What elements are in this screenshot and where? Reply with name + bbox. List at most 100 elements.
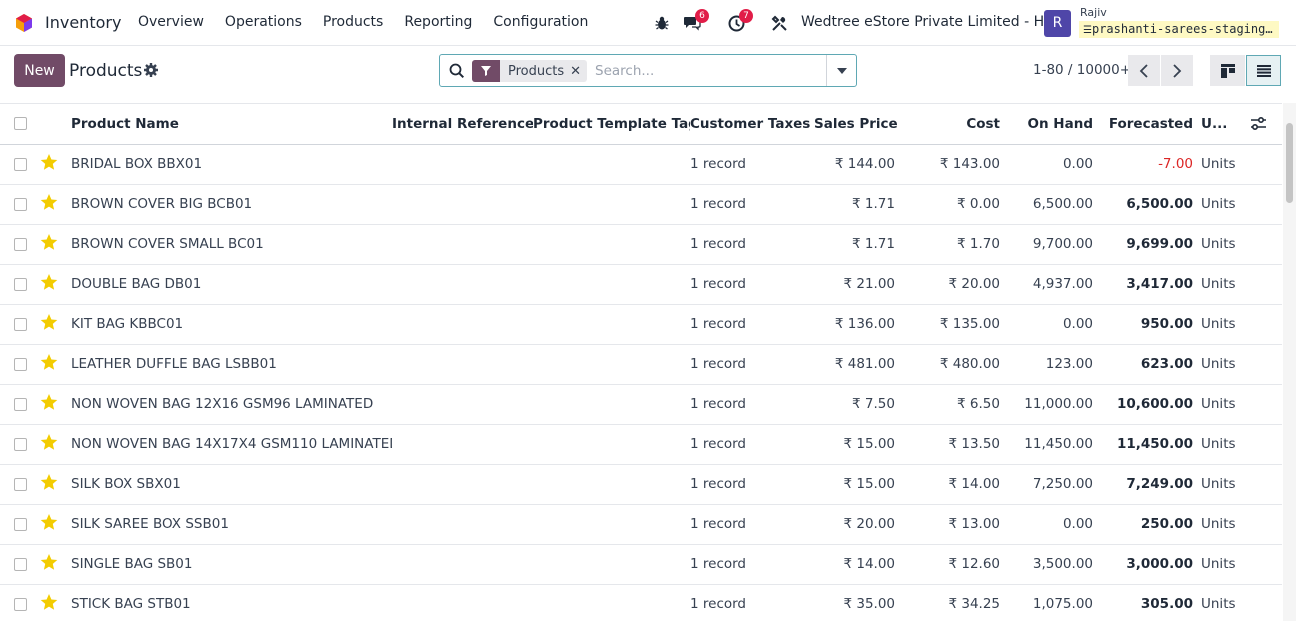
- pager-value[interactable]: 1-80 / 10000+: [1033, 62, 1131, 78]
- scrollbar-thumb[interactable]: [1286, 123, 1293, 203]
- pager-previous-button[interactable]: [1128, 55, 1160, 86]
- product-name: KIT BAG KBBC01: [71, 316, 184, 332]
- product-template-tags: [533, 344, 690, 384]
- col-cost[interactable]: Cost: [903, 104, 1008, 144]
- forecasted: 623.00: [1140, 356, 1193, 372]
- col-internal-reference[interactable]: Internal Reference: [392, 104, 533, 144]
- search-options-chevron-down-icon[interactable]: [826, 55, 856, 86]
- inventory-app-icon[interactable]: [14, 13, 34, 33]
- product-name: NON WOVEN BAG 12X16 GSM96 LAMINATED: [71, 396, 374, 412]
- favorite-star-icon[interactable]: [40, 224, 71, 264]
- table-row[interactable]: DOUBLE BAG DB01 1 record ₹ 21.00 ₹ 20.00 4,9…: [0, 264, 1282, 304]
- favorite-star-icon[interactable]: [40, 544, 71, 584]
- favorite-star-icon[interactable]: [40, 464, 71, 504]
- table-row[interactable]: SILK BOX SBX01 1 record ₹ 15.00 ₹ 14.00 7,25…: [0, 464, 1282, 504]
- favorite-star-icon[interactable]: [40, 184, 71, 224]
- favorite-star-icon[interactable]: [40, 264, 71, 304]
- list-scrollbar[interactable]: [1283, 103, 1296, 621]
- customer-taxes: 1 record: [690, 516, 747, 532]
- forecasted: 250.00: [1140, 516, 1193, 532]
- activities-clock-icon[interactable]: 7: [726, 9, 753, 33]
- table-row[interactable]: KIT BAG KBBC01 1 record ₹ 136.00 ₹ 135.00 0.…: [0, 304, 1282, 344]
- on-hand: 7,250.00: [1032, 476, 1093, 492]
- row-checkbox[interactable]: [0, 144, 40, 184]
- col-product-name[interactable]: Product Name: [71, 104, 392, 144]
- page-title: Products: [69, 61, 143, 81]
- col-sales-price[interactable]: Sales Price: [814, 104, 903, 144]
- product-template-tags: [533, 264, 690, 304]
- debug-bug-icon[interactable]: [652, 13, 672, 33]
- row-checkbox[interactable]: [0, 224, 40, 264]
- favorite-star-icon[interactable]: [40, 424, 71, 464]
- favorite-star-icon[interactable]: [40, 504, 71, 544]
- list-view-button[interactable]: [1246, 55, 1281, 86]
- search-input[interactable]: [595, 61, 825, 81]
- search-bar: Products ✕: [439, 54, 857, 87]
- optional-columns-sliders-icon[interactable]: [1251, 117, 1266, 131]
- unit-of-measure: Units: [1201, 196, 1236, 212]
- col-product-template-tags[interactable]: Product Template Tags: [533, 104, 690, 144]
- main-menu: Overview Operations Products Reporting C…: [138, 14, 609, 30]
- product-template-tags: [533, 424, 690, 464]
- pager-next-button[interactable]: [1161, 55, 1193, 86]
- product-name: SILK BOX SBX01: [71, 476, 181, 492]
- table-row[interactable]: STICK BAG STB01 1 record ₹ 35.00 ₹ 34.25 1,0…: [0, 584, 1282, 621]
- row-checkbox[interactable]: [0, 584, 40, 621]
- company-switcher[interactable]: Wedtree eStore Private Limited - HO: [801, 14, 1055, 30]
- unit-of-measure: Units: [1201, 276, 1236, 292]
- row-checkbox[interactable]: [0, 184, 40, 224]
- menu-reporting[interactable]: Reporting: [404, 14, 472, 30]
- forecasted: 3,417.00: [1126, 276, 1193, 292]
- row-checkbox[interactable]: [0, 304, 40, 344]
- messages-chat-icon[interactable]: 6: [682, 9, 709, 33]
- internal-reference: [392, 544, 533, 584]
- kanban-view-button[interactable]: [1210, 55, 1245, 86]
- favorite-star-icon[interactable]: [40, 584, 71, 621]
- user-avatar[interactable]: R: [1044, 10, 1071, 37]
- favorite-star-icon[interactable]: [40, 144, 71, 184]
- menu-products[interactable]: Products: [323, 14, 383, 30]
- customer-taxes: 1 record: [690, 276, 747, 292]
- select-all-checkbox[interactable]: [0, 104, 40, 144]
- row-checkbox[interactable]: [0, 464, 40, 504]
- on-hand: 11,450.00: [1024, 436, 1093, 452]
- table-row[interactable]: BROWN COVER SMALL BC01 1 record ₹ 1.71 ₹ 1.…: [0, 224, 1282, 264]
- favorite-star-icon[interactable]: [40, 384, 71, 424]
- table-row[interactable]: NON WOVEN BAG 12X16 GSM96 LAMINATED 1 rec…: [0, 384, 1282, 424]
- favorite-star-icon[interactable]: [40, 304, 71, 344]
- row-checkbox[interactable]: [0, 384, 40, 424]
- product-name: SILK SAREE BOX SSB01: [71, 516, 229, 532]
- products-list: Product Name Internal Reference Product …: [0, 103, 1282, 621]
- row-checkbox[interactable]: [0, 544, 40, 584]
- row-checkbox[interactable]: [0, 424, 40, 464]
- table-header: Product Name Internal Reference Product …: [0, 104, 1282, 144]
- row-checkbox[interactable]: [0, 264, 40, 304]
- menu-operations[interactable]: Operations: [225, 14, 302, 30]
- col-forecasted[interactable]: Forecasted: [1101, 104, 1201, 144]
- filter-funnel-icon: [472, 60, 500, 82]
- user-name[interactable]: Rajiv: [1080, 6, 1107, 19]
- table-row[interactable]: BRIDAL BOX BBX01 1 record ₹ 144.00 ₹ 143.00…: [0, 144, 1282, 184]
- table-row[interactable]: SINGLE BAG SB01 1 record ₹ 14.00 ₹ 12.60 3,5…: [0, 544, 1282, 584]
- tools-icon[interactable]: [769, 13, 789, 33]
- gear-icon[interactable]: [143, 62, 159, 78]
- table-row[interactable]: LEATHER DUFFLE BAG LSBB01 1 record ₹ 481.0…: [0, 344, 1282, 384]
- row-checkbox[interactable]: [0, 504, 40, 544]
- unit-of-measure: Units: [1201, 436, 1236, 452]
- table-row[interactable]: BROWN COVER BIG BCB01 1 record ₹ 1.71 ₹ 0.0…: [0, 184, 1282, 224]
- col-on-hand[interactable]: On Hand: [1008, 104, 1101, 144]
- favorite-star-icon[interactable]: [40, 344, 71, 384]
- col-customer-taxes[interactable]: Customer Taxes: [690, 104, 814, 144]
- on-hand: 9,700.00: [1032, 236, 1093, 252]
- new-button[interactable]: New: [14, 54, 65, 87]
- menu-overview[interactable]: Overview: [138, 14, 204, 30]
- table-row[interactable]: NON WOVEN BAG 14X17X4 GSM110 LAMINATED 1 …: [0, 424, 1282, 464]
- row-checkbox[interactable]: [0, 344, 40, 384]
- remove-facet-close-icon[interactable]: ✕: [570, 64, 587, 79]
- table-row[interactable]: SILK SAREE BOX SSB01 1 record ₹ 20.00 ₹ 13.…: [0, 504, 1282, 544]
- app-name[interactable]: Inventory: [45, 13, 121, 32]
- col-unit[interactable]: U...: [1201, 116, 1227, 132]
- menu-configuration[interactable]: Configuration: [493, 14, 588, 30]
- sales-price: ₹ 15.00: [843, 476, 895, 492]
- search-icon[interactable]: [449, 63, 465, 79]
